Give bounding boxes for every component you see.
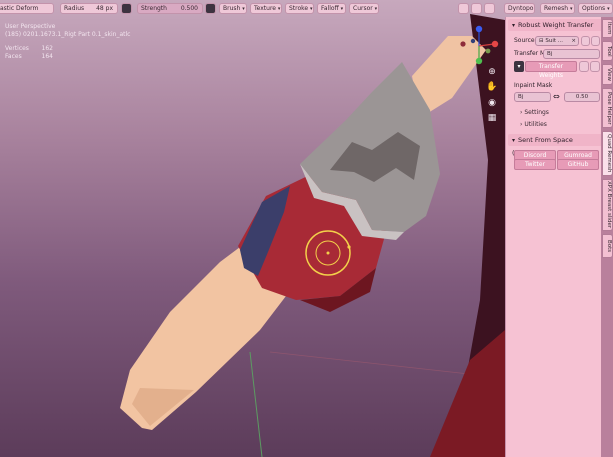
faces-value: 164	[41, 53, 53, 60]
menu-cursor[interactable]: Cursor ▾	[349, 3, 379, 14]
github-button[interactable]: GitHub	[557, 159, 599, 170]
strength-pressure-icon[interactable]	[205, 3, 216, 14]
swap-arrows-icon[interactable]: ⇔	[553, 92, 560, 101]
utilities-subpanel[interactable]: › Utilities	[520, 121, 547, 128]
robust-weight-transfer-header[interactable]: ▾ Robust Weight Transfer	[508, 19, 602, 31]
tab-view[interactable]: View	[602, 64, 613, 85]
radius-label: Radius	[64, 5, 85, 12]
options-button[interactable]: Options ▾	[578, 3, 613, 14]
transfer-icon-button[interactable]: ▾	[514, 61, 524, 72]
tool-header: astic Deform Radius 48 px Strength 0.500…	[0, 3, 613, 17]
clear-icon[interactable]: ×	[571, 37, 576, 45]
tab-tool[interactable]: Tool	[602, 41, 613, 61]
camera-icon[interactable]: ◉	[486, 97, 498, 109]
tab-quad-remesh[interactable]: Quad Remesh	[602, 131, 613, 176]
collapse-arrow-icon: ▾	[512, 137, 516, 144]
expand-arrow-icon: ›	[520, 121, 523, 128]
source-value: Suit ...	[545, 38, 564, 44]
transfer-weights-button[interactable]: Transfer Weights	[525, 61, 577, 79]
sent-from-space-header[interactable]: ▾Sent From Space (@sentfro	[508, 134, 602, 157]
gizmo-neg-z-axis[interactable]	[470, 38, 476, 44]
radius-pressure-icon[interactable]	[121, 3, 132, 14]
gizmo-x-axis[interactable]	[491, 40, 499, 48]
radius-field[interactable]: Radius 48 px	[60, 3, 118, 14]
transfer-options-icon[interactable]	[579, 61, 589, 72]
strength-field[interactable]: Strength 0.500	[137, 3, 203, 14]
viewport-view-name: User Perspective	[5, 23, 56, 30]
vertices-value: 162	[41, 45, 53, 52]
source-label: Source:	[514, 37, 537, 44]
navigation-gizmo[interactable]	[458, 24, 500, 68]
mode-dropdown[interactable]: astic Deform	[0, 3, 54, 14]
gizmo-neg-x-axis[interactable]	[460, 41, 466, 47]
inpaint-mask-label: Inpaint Mask	[514, 82, 553, 89]
faces-label: Faces	[5, 53, 22, 60]
expand-arrow-icon: ›	[520, 109, 523, 116]
tab-pose-helper[interactable]: Pose Helper	[602, 88, 613, 128]
inpaint-mask-value: Bj	[518, 94, 524, 100]
symmetry-icon[interactable]	[458, 3, 469, 14]
tab-xpx-breast-slider[interactable]: XPX Breast slider	[602, 179, 613, 231]
menu-stroke[interactable]: Stroke ▾	[285, 3, 314, 14]
gizmo-y-axis[interactable]	[475, 57, 483, 65]
pan-hand-icon[interactable]: ✋	[486, 81, 498, 93]
brush-center-dot	[326, 251, 330, 255]
mode-label: astic Deform	[0, 5, 39, 12]
transfer-settings-icon[interactable]	[590, 61, 600, 72]
symmetry-toggle-icon[interactable]	[484, 3, 495, 14]
viewport-object-name: (185) 0201.1673.1_Rigt Part 0.1_skin_atl…	[5, 31, 131, 38]
remesh-button[interactable]: Remesh ▾	[540, 3, 575, 14]
symmetry-axis-icon[interactable]	[471, 3, 482, 14]
vertices-label: Vertices	[5, 45, 29, 52]
radius-value: 48 px	[96, 5, 113, 12]
tab-bots[interactable]: Bots	[602, 234, 613, 258]
gizmo-neg-y-axis[interactable]	[485, 48, 491, 54]
menu-falloff[interactable]: Falloff ▾	[317, 3, 346, 14]
tab-item[interactable]: Item	[602, 19, 613, 38]
menu-texture[interactable]: Texture ▾	[250, 3, 282, 14]
inpaint-threshold-field[interactable]: 0.50	[564, 92, 600, 102]
strength-value: 0.500	[180, 5, 198, 12]
transfer-mask-field[interactable]: Bj	[543, 49, 600, 59]
grid-line-green	[249, 351, 263, 457]
strength-label: Strength	[141, 5, 167, 12]
dyntopo-button[interactable]: Dyntopo	[504, 3, 535, 14]
twitter-button[interactable]: Twitter	[514, 159, 556, 170]
brush-edge-marker	[347, 245, 351, 249]
source-field[interactable]: ⊟ Suit ... ×	[535, 36, 579, 46]
viewport-stat-vertices: Vertices 162	[5, 45, 53, 53]
inpaint-mask-field[interactable]: Bj	[514, 92, 551, 102]
source-link-icon[interactable]	[591, 36, 600, 46]
zoom-icon[interactable]: ⊕	[486, 66, 498, 78]
settings-subpanel[interactable]: › Settings	[520, 109, 549, 116]
viewport-stat-faces: Faces 164	[5, 53, 53, 61]
menu-brush[interactable]: Brush ▾	[219, 3, 247, 14]
character-dress	[430, 330, 505, 457]
source-eyedropper-icon[interactable]	[581, 36, 590, 46]
gizmo-z-axis[interactable]	[475, 25, 483, 33]
perspective-grid-icon[interactable]: ▦	[486, 112, 498, 124]
collapse-arrow-icon: ▾	[512, 22, 516, 29]
inpaint-threshold-value: 0.50	[575, 94, 589, 100]
sidebar-panel: ▾ Robust Weight Transfer Source: ⊟ Suit .…	[505, 17, 602, 457]
transfer-mask-value: Bj	[547, 51, 553, 57]
sidebar-tabs: Item Tool View Pose Helper Quad Remesh X…	[601, 17, 613, 457]
